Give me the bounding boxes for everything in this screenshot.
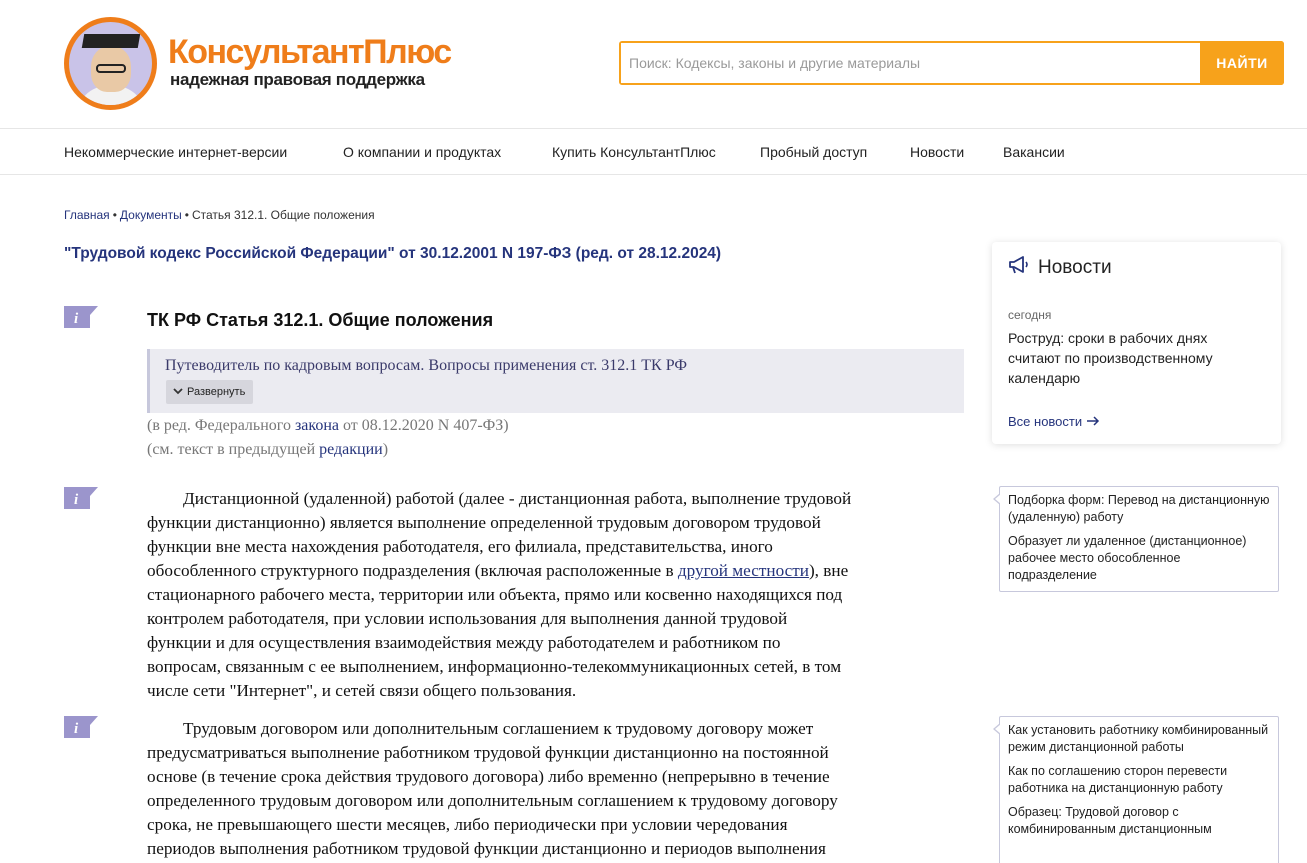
breadcrumb-separator: • bbox=[184, 208, 189, 222]
info-icon[interactable]: i bbox=[64, 487, 98, 509]
expand-label: Развернуть bbox=[187, 386, 246, 398]
related-materials-box: Подборка форм: Перевод на дистанционную … bbox=[993, 486, 1279, 592]
news-widget: Новости сегодня Роструд: сроки в рабочих… bbox=[992, 242, 1281, 444]
news-title: Новости bbox=[1038, 256, 1112, 278]
nav-item-buy[interactable]: Купить КонсультантПлюс bbox=[552, 144, 716, 160]
chevron-down-icon bbox=[173, 386, 183, 398]
law-link[interactable]: закона bbox=[295, 417, 339, 434]
news-header: Новости bbox=[1008, 256, 1112, 279]
paragraph-1: Дистанционной (удаленной) работой (далее… bbox=[147, 489, 852, 700]
previous-edition-note: (см. текст в предыдущей редакции) bbox=[147, 441, 389, 458]
expand-button[interactable]: Развернуть bbox=[166, 380, 254, 404]
news-date: сегодня bbox=[1008, 308, 1052, 322]
related-link[interactable]: Как установить работнику комбинированный… bbox=[1008, 722, 1270, 756]
breadcrumb-current: Статья 312.1. Общие положения bbox=[191, 208, 375, 222]
related-materials-box: Как установить работнику комбинированный… bbox=[993, 716, 1279, 863]
related-link[interactable]: Образец: Трудовой договор с комбинирован… bbox=[1008, 804, 1270, 838]
document-title-link[interactable]: "Трудовой кодекс Российской Федерации" о… bbox=[64, 245, 721, 263]
megaphone-icon bbox=[1008, 256, 1030, 279]
nav-item-about[interactable]: О компании и продуктах bbox=[343, 144, 501, 160]
arrow-right-icon bbox=[1086, 414, 1100, 429]
related-link[interactable]: Подборка форм: Перевод на дистанционную … bbox=[1008, 492, 1270, 526]
previous-edition-link[interactable]: редакции bbox=[319, 441, 383, 458]
search-input[interactable] bbox=[621, 43, 1202, 83]
info-icon[interactable]: i bbox=[64, 716, 98, 738]
nav-item-noncommercial[interactable]: Некоммерческие интернет-версии bbox=[64, 144, 287, 160]
guide-block: Путеводитель по кадровым вопросам. Вопро… bbox=[147, 349, 964, 413]
brand-tagline: надежная правовая поддержка bbox=[170, 70, 425, 89]
related-link[interactable]: Как по соглашению сторон перевести работ… bbox=[1008, 763, 1270, 797]
main-nav: Некоммерческие интернет-версии О компани… bbox=[0, 130, 1307, 175]
site-header: КонсультантПлюс надежная правовая поддер… bbox=[0, 0, 1307, 129]
brand-name[interactable]: КонсультантПлюс bbox=[168, 34, 452, 70]
breadcrumb-home[interactable]: Главная bbox=[64, 208, 110, 222]
breadcrumb-separator: • bbox=[112, 208, 117, 222]
related-link[interactable]: Образует ли удаленное (дистанционное) ра… bbox=[1008, 533, 1270, 584]
search-button[interactable]: НАЙТИ bbox=[1200, 41, 1284, 85]
breadcrumb: Главная • Документы • Статья 312.1. Общие по… bbox=[64, 208, 375, 222]
paragraph-2: Трудовым договором или дополнительным со… bbox=[147, 719, 838, 858]
breadcrumb-documents[interactable]: Документы bbox=[120, 208, 182, 222]
article-title: ТК РФ Статья 312.1. Общие положения bbox=[147, 310, 494, 330]
search-box: НАЙТИ bbox=[619, 41, 1284, 85]
logo-icon[interactable] bbox=[64, 17, 157, 110]
other-locality-link[interactable]: другой местности bbox=[678, 561, 809, 580]
nav-item-news[interactable]: Новости bbox=[910, 144, 964, 160]
edition-note: (в ред. Федерального закона от 08.12.202… bbox=[147, 417, 509, 434]
news-item-link[interactable]: Роструд: сроки в рабочих днях считают по… bbox=[1008, 328, 1258, 388]
guide-link[interactable]: Путеводитель по кадровым вопросам. Вопро… bbox=[165, 357, 687, 375]
info-icon[interactable]: i bbox=[64, 306, 98, 328]
nav-item-vacancies[interactable]: Вакансии bbox=[1003, 144, 1065, 160]
all-news-link[interactable]: Все новости bbox=[1008, 414, 1100, 429]
logo-portrait bbox=[69, 22, 152, 105]
nav-item-trial[interactable]: Пробный доступ bbox=[760, 144, 867, 160]
